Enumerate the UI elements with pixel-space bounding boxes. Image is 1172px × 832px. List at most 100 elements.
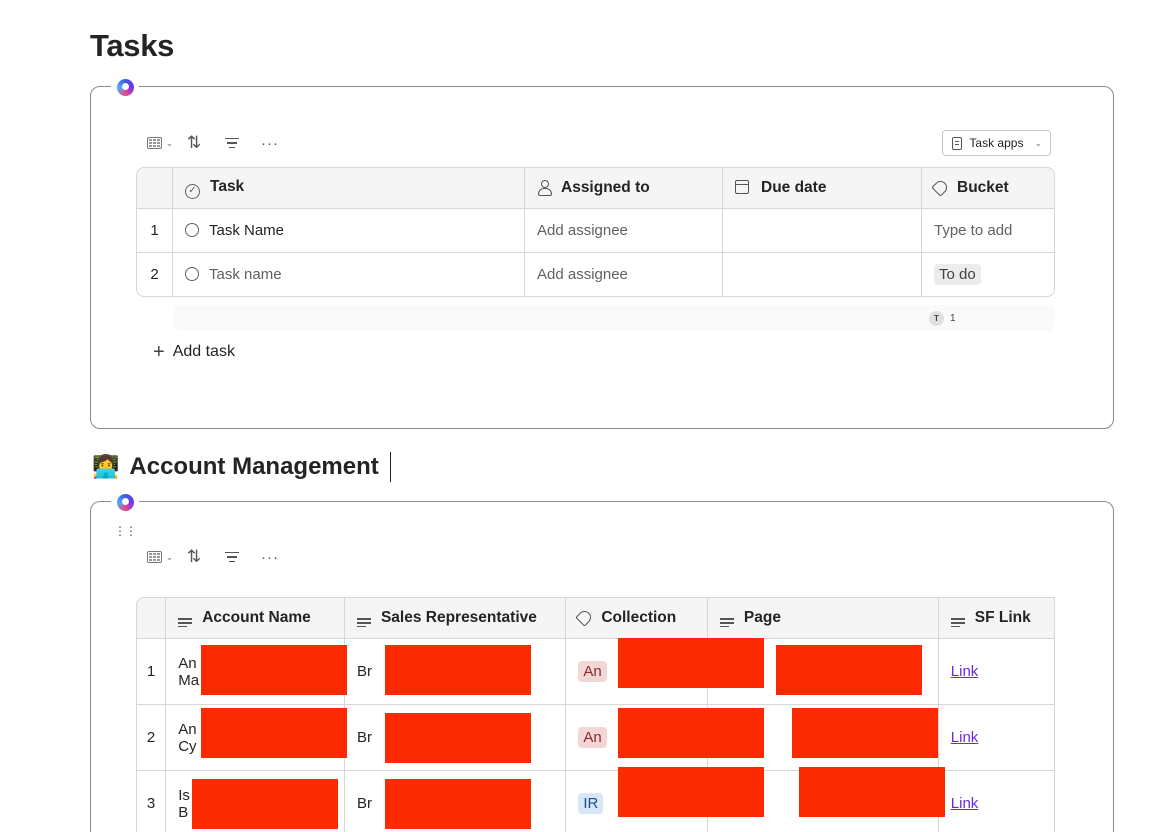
account-toolbar: ⌄ ⇅ ··· [145, 545, 289, 569]
table-view-icon [146, 551, 162, 563]
redaction-block [385, 645, 531, 695]
task-apps-label: Task apps [969, 136, 1024, 150]
column-header-page[interactable]: Page [707, 597, 939, 639]
redaction-block [618, 767, 764, 817]
table-view-icon [146, 137, 162, 149]
table-row: 1 Task Name Add assignee Type to add [136, 209, 1055, 253]
tasks-header-row: ✓ Task Assigned to Due date Bucket [136, 167, 1055, 209]
header-rownum [136, 167, 173, 209]
chevron-down-icon: ⌄ [165, 551, 174, 562]
due-date-cell[interactable] [723, 209, 922, 253]
assignee-cell[interactable]: Add assignee [525, 209, 723, 253]
table-row: 2 Task name Add assignee To do [136, 253, 1055, 297]
collection-tag: An [578, 727, 607, 748]
account-header-row: Account Name Sales Representative Collec… [136, 597, 1055, 639]
bucket-cell[interactable]: Type to add [922, 209, 1055, 253]
tasks-loop-component: ⌄ ⇅ ··· Task apps ⌄ ✓ Task Assigned to Du… [90, 77, 1114, 429]
bucket-cell[interactable]: To do [922, 253, 1055, 297]
tasks-table: ✓ Task Assigned to Due date Bucket 1 Task… [136, 167, 1055, 297]
tasks-toolbar: ⌄ ⇅ ··· [145, 131, 289, 155]
sort-button[interactable]: ⇅ [175, 131, 213, 155]
redaction-block [792, 708, 938, 758]
chevron-down-icon: ⌄ [1034, 137, 1042, 148]
sf-link-cell[interactable]: Link [938, 705, 1055, 771]
text-column-icon [178, 618, 193, 628]
summary-count: 1 [950, 313, 956, 324]
column-header-account-name[interactable]: Account Name [166, 597, 345, 639]
loop-logo-icon [116, 493, 134, 511]
add-task-button[interactable]: + Add task [153, 342, 235, 362]
drag-handle-icon[interactable]: ⋮⋮ [114, 524, 137, 538]
bucket-pill[interactable]: To do [934, 264, 981, 285]
sort-icon: ⇅ [186, 133, 202, 152]
collection-tag: An [578, 661, 607, 682]
more-options-button[interactable]: ··· [251, 131, 289, 155]
person-icon [537, 180, 552, 196]
redaction-block [618, 708, 764, 758]
redaction-block [776, 645, 922, 695]
row-number: 2 [136, 253, 173, 297]
redaction-block [201, 645, 347, 695]
sort-button[interactable]: ⇅ [175, 545, 213, 569]
column-header-sf-link[interactable]: SF Link [938, 597, 1055, 639]
tag-icon [575, 608, 595, 627]
loop-badge[interactable] [111, 492, 139, 512]
tag-icon [931, 178, 950, 197]
loop-badge[interactable] [111, 77, 139, 97]
column-header-task[interactable]: ✓ Task [173, 167, 525, 209]
due-date-cell[interactable] [723, 253, 922, 297]
task-complete-checkbox[interactable] [185, 267, 199, 281]
assignee-cell[interactable]: Add assignee [525, 253, 723, 297]
column-header-assigned-to[interactable]: Assigned to [525, 167, 723, 209]
task-cell[interactable]: Task name [173, 253, 525, 297]
text-column-icon [356, 618, 371, 628]
technologist-emoji-icon: 👩‍💻 [92, 454, 120, 479]
more-options-button[interactable]: ··· [251, 545, 289, 569]
section-title-text: Account Management [129, 453, 379, 480]
text-column-icon [719, 618, 734, 628]
section-title[interactable]: 👩‍💻 Account Management [92, 452, 392, 482]
sf-link-cell[interactable]: Link [939, 771, 1055, 832]
redaction-block [799, 767, 945, 817]
calendar-icon [735, 180, 749, 194]
sf-link[interactable]: Link [951, 795, 979, 812]
summary-row [173, 305, 1055, 331]
view-switcher-button[interactable]: ⌄ [145, 131, 175, 155]
column-header-sales-representative[interactable]: Sales Representative [344, 597, 567, 639]
column-header-collection[interactable]: Collection [566, 597, 708, 639]
filter-button[interactable] [213, 545, 251, 569]
filter-icon [225, 551, 239, 563]
redaction-block [385, 713, 531, 763]
column-header-bucket[interactable]: Bucket [922, 167, 1055, 209]
text-column-icon [950, 618, 965, 628]
redaction-block [192, 779, 338, 829]
sf-link[interactable]: Link [951, 663, 979, 680]
avatar: T [929, 311, 944, 326]
column-header-due-date[interactable]: Due date [723, 167, 922, 209]
row-number: 3 [136, 771, 167, 832]
redaction-block [618, 638, 764, 688]
header-rownum [136, 597, 167, 639]
task-apps-icon [952, 136, 963, 150]
filter-button[interactable] [213, 131, 251, 155]
redaction-block [201, 708, 347, 758]
page-title: Tasks [90, 28, 175, 63]
task-complete-checkbox[interactable] [185, 223, 199, 237]
add-task-label: Add task [172, 343, 235, 360]
sf-link-cell[interactable]: Link [938, 639, 1055, 705]
collection-tag: IR [578, 793, 604, 814]
task-cell[interactable]: Task Name [173, 209, 525, 253]
row-number: 1 [136, 639, 167, 705]
task-apps-button[interactable]: Task apps ⌄ [942, 130, 1051, 156]
row-number: 1 [136, 209, 173, 253]
more-icon: ··· [261, 134, 279, 152]
sf-link[interactable]: Link [951, 729, 979, 746]
summary-badge[interactable]: T 1 [929, 311, 956, 326]
text-caret [389, 452, 392, 482]
view-switcher-button[interactable]: ⌄ [145, 545, 175, 569]
filter-icon [225, 137, 239, 149]
more-icon: ··· [261, 548, 279, 566]
loop-logo-icon [116, 78, 134, 96]
row-number: 2 [136, 705, 167, 771]
plus-icon: + [153, 341, 165, 363]
